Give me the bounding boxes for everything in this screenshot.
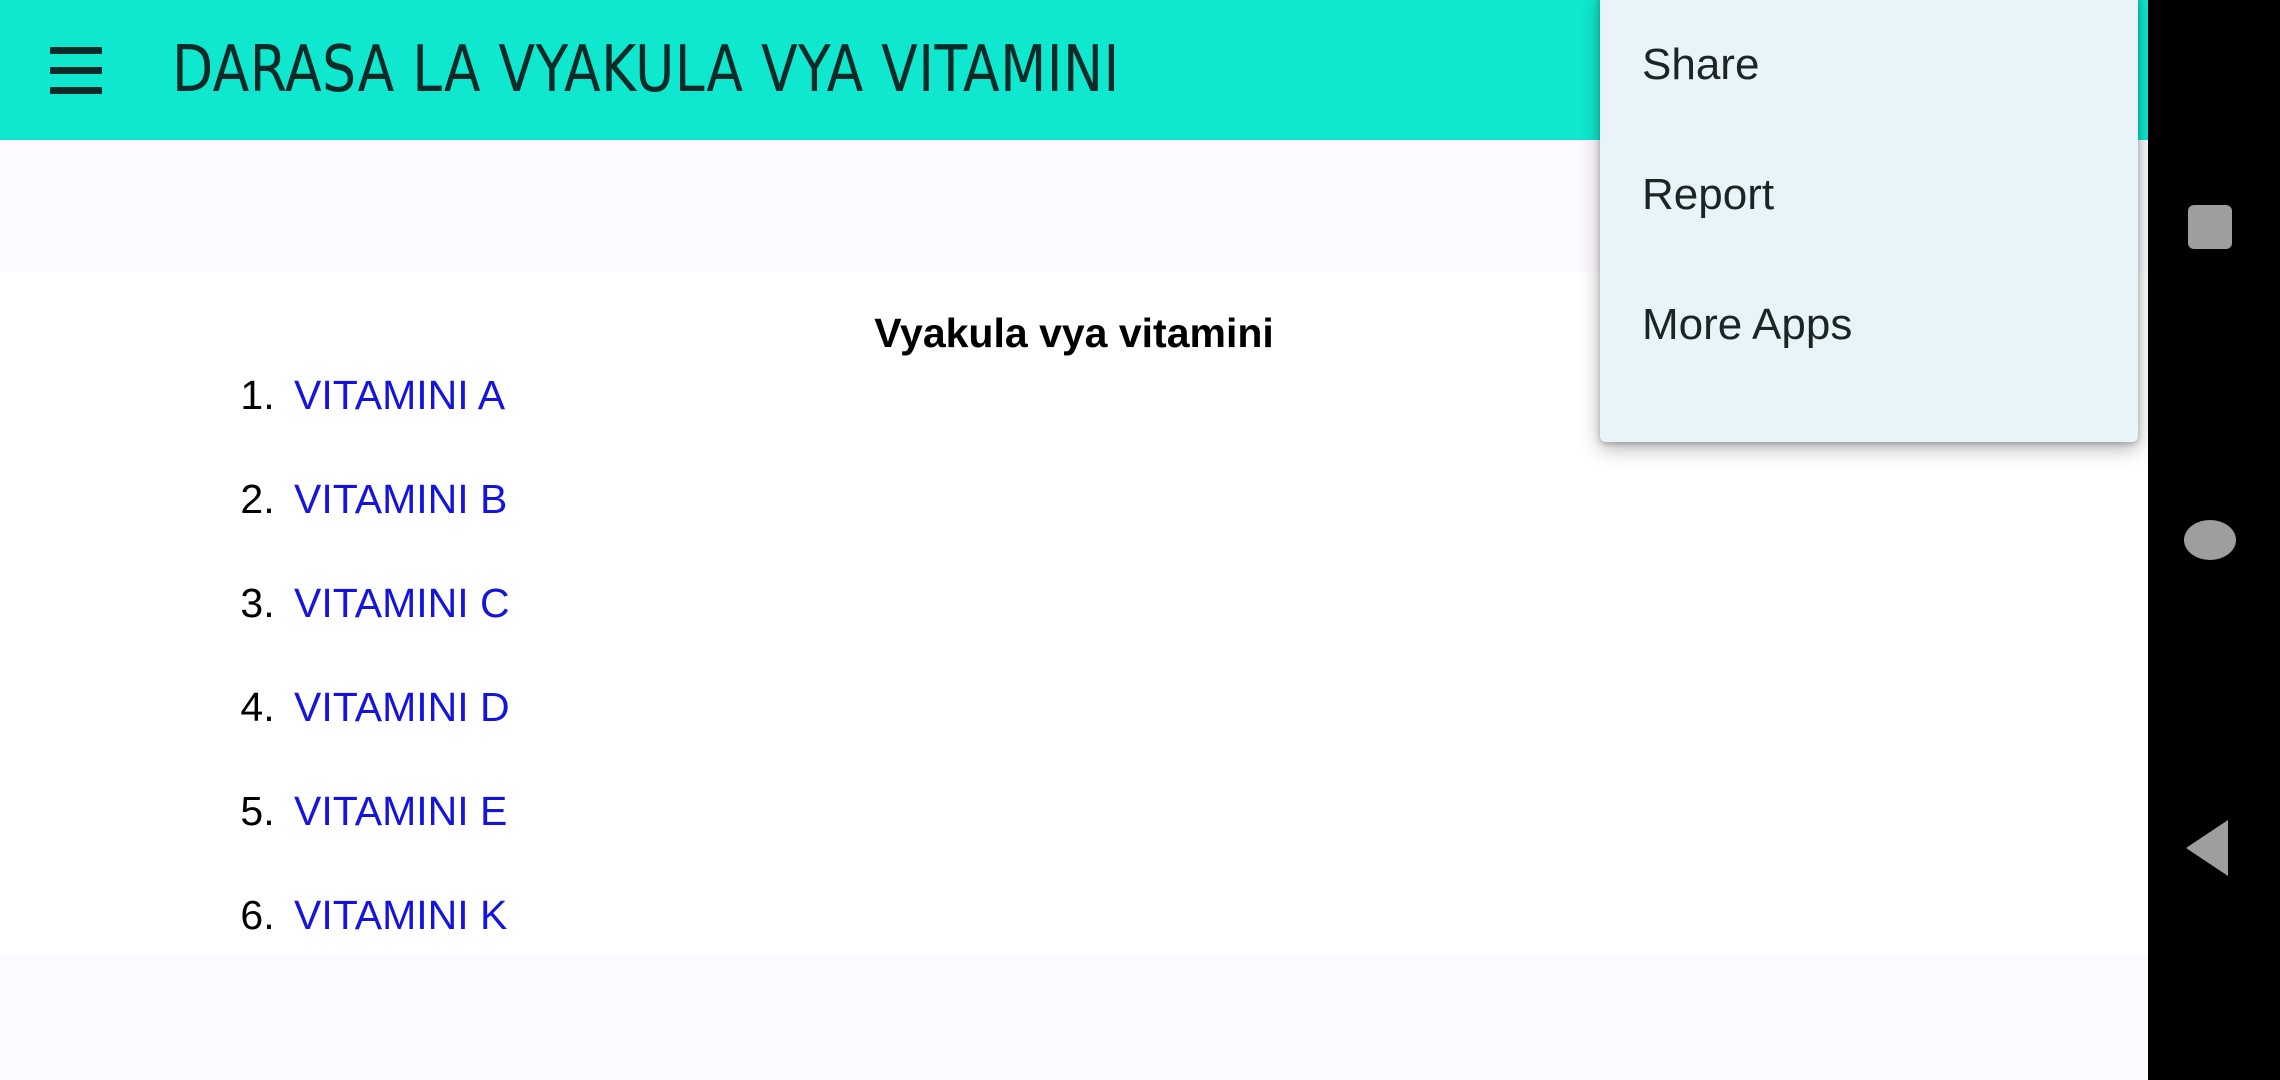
list-item: VITAMINI C bbox=[286, 583, 2148, 624]
menu-item-report[interactable]: Report bbox=[1600, 130, 2138, 260]
phone-screen: DARASA LA VYAKULA VYA VITAMINI Vyakula v… bbox=[0, 0, 2280, 1080]
hamburger-icon[interactable] bbox=[30, 0, 122, 140]
list-item: VITAMINI D bbox=[286, 687, 2148, 728]
list-item: VITAMINI E bbox=[286, 791, 2148, 832]
link-vitamini-b[interactable]: VITAMINI B bbox=[286, 476, 507, 522]
home-circle-icon[interactable] bbox=[2184, 520, 2236, 560]
back-triangle-icon[interactable] bbox=[2186, 820, 2228, 876]
recents-square-icon[interactable] bbox=[2188, 205, 2232, 249]
overflow-menu: Share Report More Apps bbox=[1600, 0, 2138, 442]
menu-item-more-apps[interactable]: More Apps bbox=[1600, 260, 2138, 390]
link-vitamini-a[interactable]: VITAMINI A bbox=[286, 372, 505, 418]
link-vitamini-d[interactable]: VITAMINI D bbox=[286, 684, 510, 730]
hamburger-bar-2 bbox=[50, 66, 102, 74]
list-item: VITAMINI B bbox=[286, 479, 2148, 520]
link-vitamini-k[interactable]: VITAMINI K bbox=[286, 892, 507, 938]
link-vitamini-e[interactable]: VITAMINI E bbox=[286, 788, 507, 834]
app-bar-title: DARASA LA VYAKULA VYA VITAMINI bbox=[172, 33, 1120, 107]
hamburger-bar-3 bbox=[50, 86, 102, 94]
hamburger-bar-1 bbox=[50, 46, 102, 54]
app-area: DARASA LA VYAKULA VYA VITAMINI Vyakula v… bbox=[0, 0, 2148, 1080]
link-vitamini-c[interactable]: VITAMINI C bbox=[286, 580, 510, 626]
menu-item-share[interactable]: Share bbox=[1600, 0, 2138, 130]
bottom-strip bbox=[0, 955, 2148, 1080]
list-item: VITAMINI K bbox=[286, 895, 2148, 936]
vitamin-link-list: VITAMINI A VITAMINI B VITAMINI C VITAMIN… bbox=[0, 375, 2148, 936]
android-nav-bar bbox=[2148, 0, 2280, 1080]
